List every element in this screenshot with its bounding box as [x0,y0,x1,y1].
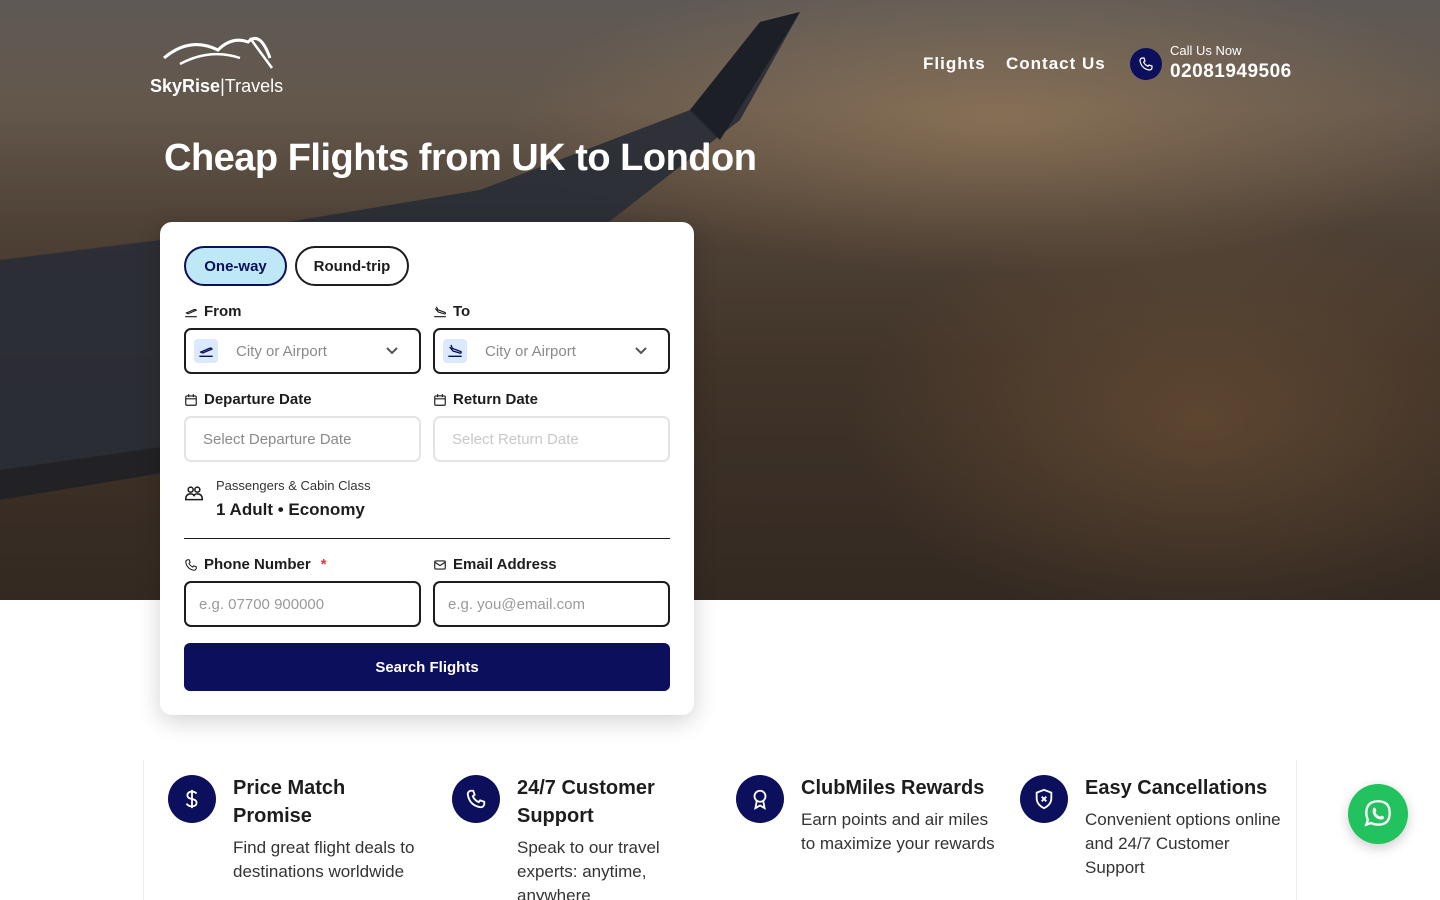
to-label: To [433,303,470,320]
chevron-down-icon [635,347,647,355]
round-trip-button[interactable]: Round-trip [295,246,409,286]
whatsapp-button[interactable] [1348,784,1408,844]
phone-label-text: Phone Number [204,556,311,573]
phone-call-icon[interactable] [1130,48,1162,80]
shield-icon [1020,775,1068,823]
brand-name-light: Travels [224,76,284,96]
dollar-icon [168,775,216,823]
logo[interactable]: SkyRise|Travels [150,28,290,100]
departure-date-field[interactable]: Select Departure Date [184,416,421,462]
feature-description: Convenient options online and 24/7 Custo… [1085,810,1281,877]
departure-date-label-text: Departure Date [204,391,312,408]
feature-title: ClubMiles Rewards [801,777,985,799]
feature-description: Find great flight deals to destinations … [233,838,415,881]
nav-flights[interactable]: Flights [923,54,986,74]
call-label: Call Us Now [1170,43,1242,58]
takeoff-icon [194,339,218,363]
passengers-selector[interactable]: 1 Adult • Economy [216,500,365,520]
search-flights-button[interactable]: Search Flights [184,643,670,691]
page-title: Cheap Flights from UK to London [164,137,757,179]
phone-icon [452,775,500,823]
calendar-icon [434,393,446,406]
feature-description: Speak to our travel experts: anytime, an… [517,838,660,900]
mail-icon [434,559,446,570]
brand-name: SkyRise|Travels [150,76,283,97]
phone-icon [185,558,197,571]
passengers-divider [184,538,670,539]
landing-icon [434,306,446,317]
to-label-text: To [453,303,471,320]
email-label: Email Address [433,556,557,573]
to-select[interactable]: City or Airport [433,328,670,374]
calendar-icon [185,393,197,406]
whatsapp-icon [1364,800,1391,827]
flight-search-card: One-way Round-trip From To City or Airpo… [160,222,694,715]
award-icon [736,775,784,823]
return-date-label: Return Date [433,391,538,408]
brand-name-bold: SkyRise [150,76,221,96]
feature-title: Easy Cancellations [1085,777,1268,799]
email-label-text: Email Address [453,556,557,573]
from-select[interactable]: City or Airport [184,328,421,374]
return-date-placeholder: Select Return Date [452,431,579,448]
feature-description: Earn points and air miles to maximize yo… [801,810,995,853]
phone-input[interactable] [184,581,421,627]
passengers-icon [184,486,204,501]
from-label-text: From [204,303,242,320]
takeoff-icon [185,308,198,317]
chevron-down-icon [386,347,398,355]
from-label: From [184,303,242,320]
feature-title: 24/7 Customer Support [517,777,655,827]
email-input[interactable] [433,581,670,627]
passengers-label: Passengers & Cabin Class [216,478,371,493]
departure-date-label: Departure Date [184,391,312,408]
departure-date-placeholder: Select Departure Date [203,431,352,448]
from-placeholder: City or Airport [236,343,327,360]
required-mark: * [320,556,327,573]
return-date-field[interactable]: Select Return Date [433,416,670,462]
landing-icon [443,339,467,363]
nav-contact-us[interactable]: Contact Us [1006,54,1106,74]
feature-title: Price Match Promise [233,777,346,827]
to-placeholder: City or Airport [485,343,576,360]
one-way-button[interactable]: One-way [184,246,287,286]
return-date-label-text: Return Date [453,391,539,408]
phone-label: Phone Number * [184,556,327,573]
call-number[interactable]: 02081949506 [1170,61,1292,83]
plane-logo-icon [163,37,274,69]
features-strip: Price Match Promise Find great flight de… [143,760,1297,900]
